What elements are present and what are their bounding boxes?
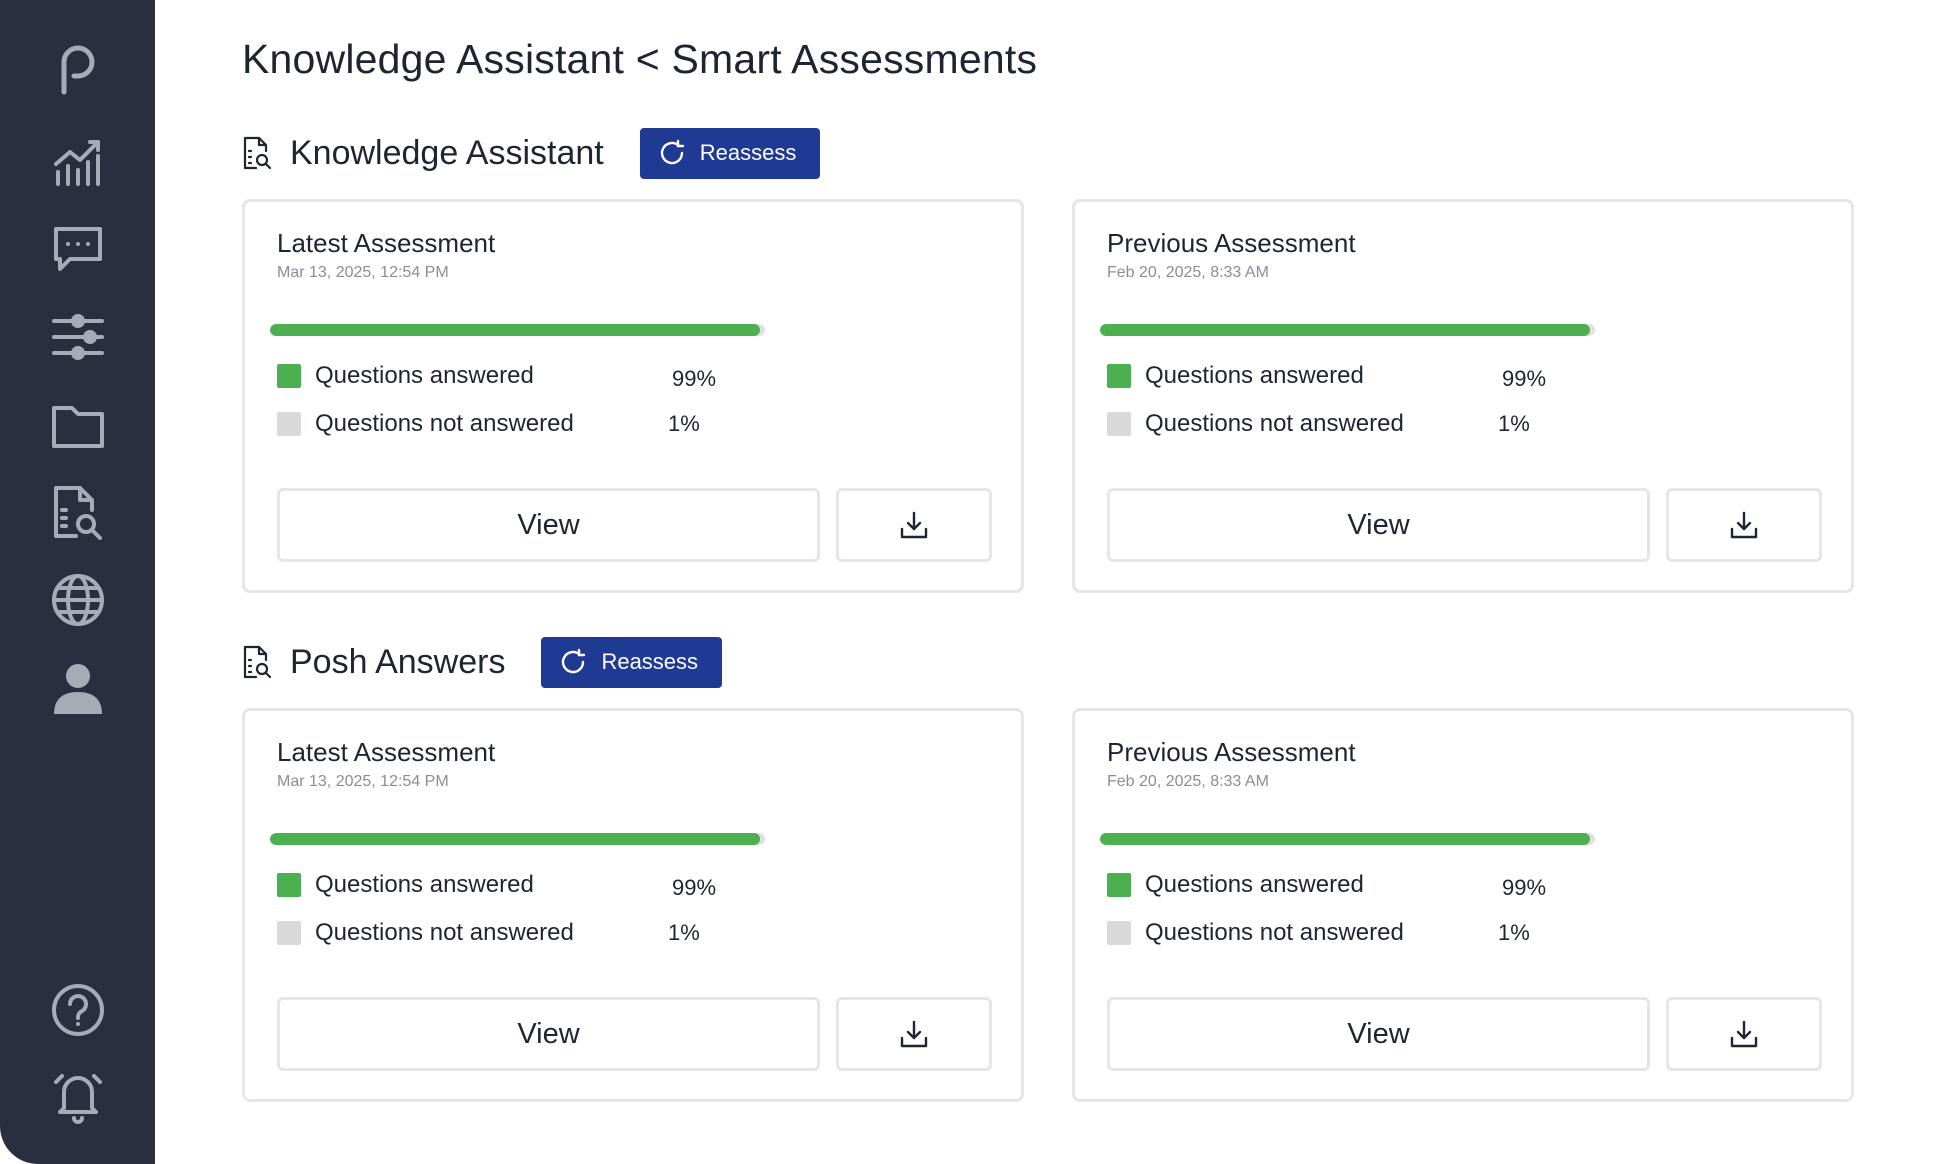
not-answered-label: Questions not answered [315, 919, 574, 946]
reassess-button[interactable]: Reassess [639, 127, 821, 179]
page-title: Knowledge Assistant < Smart Assessments [242, 36, 1038, 82]
sliders-icon[interactable] [50, 309, 106, 365]
legend-not-answered: Questions not answered [277, 410, 574, 438]
not-answered-label: Questions not answered [315, 410, 574, 437]
legend-answered: Questions answered [277, 871, 534, 899]
section-header-knowledge-assistant: Knowledge Assistant Reassess [242, 127, 821, 179]
answered-swatch [1107, 364, 1131, 388]
answered-swatch [1107, 873, 1131, 897]
download-icon [900, 511, 928, 539]
download-button[interactable] [836, 488, 992, 562]
answered-label: Questions answered [315, 362, 534, 389]
download-icon [1730, 511, 1758, 539]
chat-icon[interactable] [50, 221, 106, 277]
card-date: Feb 20, 2025, 8:33 AM [1107, 264, 1269, 281]
progress-fill [1100, 324, 1591, 336]
main-content: Knowledge Assistant < Smart Assessments … [155, 0, 1938, 1164]
reassess-button[interactable]: Reassess [541, 636, 723, 688]
not-answered-percent: 1% [1498, 920, 1530, 945]
assessment-card-previous: Previous Assessment Feb 20, 2025, 8:33 A… [1072, 199, 1854, 593]
section-title: Posh Answers [290, 642, 506, 681]
assessment-card-previous: Previous Assessment Feb 20, 2025, 8:33 A… [1072, 708, 1854, 1102]
download-button[interactable] [1666, 997, 1822, 1071]
card-date: Feb 20, 2025, 8:33 AM [1107, 773, 1269, 790]
not-answered-percent: 1% [1498, 411, 1530, 436]
logo-icon[interactable] [50, 40, 106, 96]
refresh-icon [562, 648, 586, 674]
progress-fill [270, 324, 761, 336]
not-answered-swatch [1107, 921, 1131, 945]
analytics-icon[interactable] [50, 134, 106, 190]
answered-swatch [277, 364, 301, 388]
refresh-icon [660, 139, 684, 165]
answered-label: Questions answered [315, 871, 534, 898]
user-icon[interactable] [50, 660, 106, 716]
not-answered-swatch [277, 921, 301, 945]
answered-label: Questions answered [1145, 871, 1364, 898]
legend-answered: Questions answered [277, 362, 534, 390]
answered-percent: 99% [1502, 366, 1547, 391]
help-icon[interactable] [50, 982, 106, 1038]
card-title: Previous Assessment [1107, 737, 1356, 767]
sidebar [0, 0, 155, 1164]
card-title: Latest Assessment [277, 737, 496, 767]
not-answered-percent: 1% [668, 920, 700, 945]
download-button[interactable] [836, 997, 992, 1071]
card-date: Mar 13, 2025, 12:54 PM [277, 264, 449, 281]
folder-icon[interactable] [50, 398, 106, 454]
not-answered-label: Questions not answered [1145, 410, 1404, 437]
document-search-icon [243, 136, 272, 170]
progress-bar [1100, 324, 1595, 336]
progress-bar [270, 324, 765, 336]
reassess-label: Reassess [699, 140, 797, 165]
progress-bar [270, 833, 765, 845]
section-header-posh-answers: Posh Answers Reassess [242, 636, 723, 688]
assessment-card-latest: Latest Assessment Mar 13, 2025, 12:54 PM… [242, 199, 1024, 593]
globe-icon[interactable] [50, 572, 106, 628]
download-icon [1730, 1020, 1758, 1048]
card-date: Mar 13, 2025, 12:54 PM [277, 773, 449, 790]
progress-bar [1100, 833, 1595, 845]
section-title: Knowledge Assistant [290, 133, 604, 172]
progress-fill [270, 833, 761, 845]
view-button[interactable]: View [277, 997, 820, 1071]
not-answered-label: Questions not answered [1145, 919, 1404, 946]
legend-answered: Questions answered [1107, 362, 1364, 390]
bell-icon[interactable] [50, 1068, 106, 1124]
legend-not-answered: Questions not answered [277, 919, 574, 947]
answered-percent: 99% [1502, 875, 1547, 900]
download-icon [900, 1020, 928, 1048]
legend-answered: Questions answered [1107, 871, 1364, 899]
answered-swatch [277, 873, 301, 897]
card-title: Latest Assessment [277, 228, 496, 258]
legend-not-answered: Questions not answered [1107, 919, 1404, 947]
document-search-icon[interactable] [50, 484, 106, 540]
view-button[interactable]: View [277, 488, 820, 562]
progress-fill [1100, 833, 1591, 845]
card-title: Previous Assessment [1107, 228, 1356, 258]
download-button[interactable] [1666, 488, 1822, 562]
not-answered-swatch [277, 412, 301, 436]
view-button[interactable]: View [1107, 488, 1650, 562]
view-button[interactable]: View [1107, 997, 1650, 1071]
assessment-card-latest: Latest Assessment Mar 13, 2025, 12:54 PM… [242, 708, 1024, 1102]
not-answered-swatch [1107, 412, 1131, 436]
not-answered-percent: 1% [668, 411, 700, 436]
document-search-icon [243, 645, 272, 679]
legend-not-answered: Questions not answered [1107, 410, 1404, 438]
answered-percent: 99% [672, 875, 717, 900]
reassess-label: Reassess [601, 649, 699, 674]
answered-percent: 99% [672, 366, 717, 391]
answered-label: Questions answered [1145, 362, 1364, 389]
